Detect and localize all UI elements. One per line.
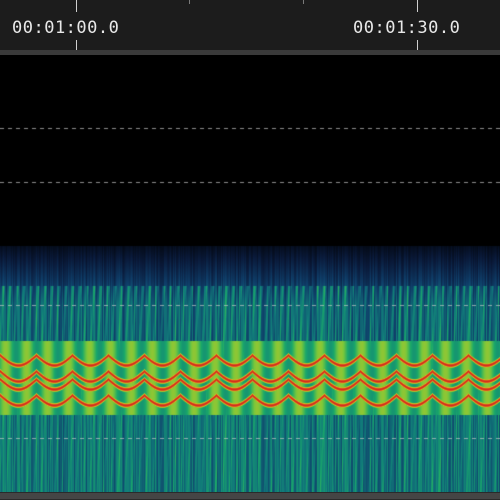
spectrogram-window: 00:01:00.0 00:01:30.0 <box>0 0 500 500</box>
timeline-label-end: 00:01:30.0 <box>353 18 461 38</box>
timeline-major-tick <box>76 0 77 12</box>
timeline-minor-tick <box>303 0 304 4</box>
timeline-major-tick <box>417 40 418 50</box>
timeline-major-tick <box>417 0 418 12</box>
timeline-label-start: 00:01:00.0 <box>12 18 120 38</box>
timeline-ruler[interactable]: 00:01:00.0 00:01:30.0 <box>0 0 500 50</box>
spectrogram-canvas[interactable] <box>0 55 500 492</box>
timeline-major-tick <box>76 40 77 50</box>
timeline-minor-tick <box>189 0 190 4</box>
scrollbar-thumb[interactable] <box>0 493 500 499</box>
